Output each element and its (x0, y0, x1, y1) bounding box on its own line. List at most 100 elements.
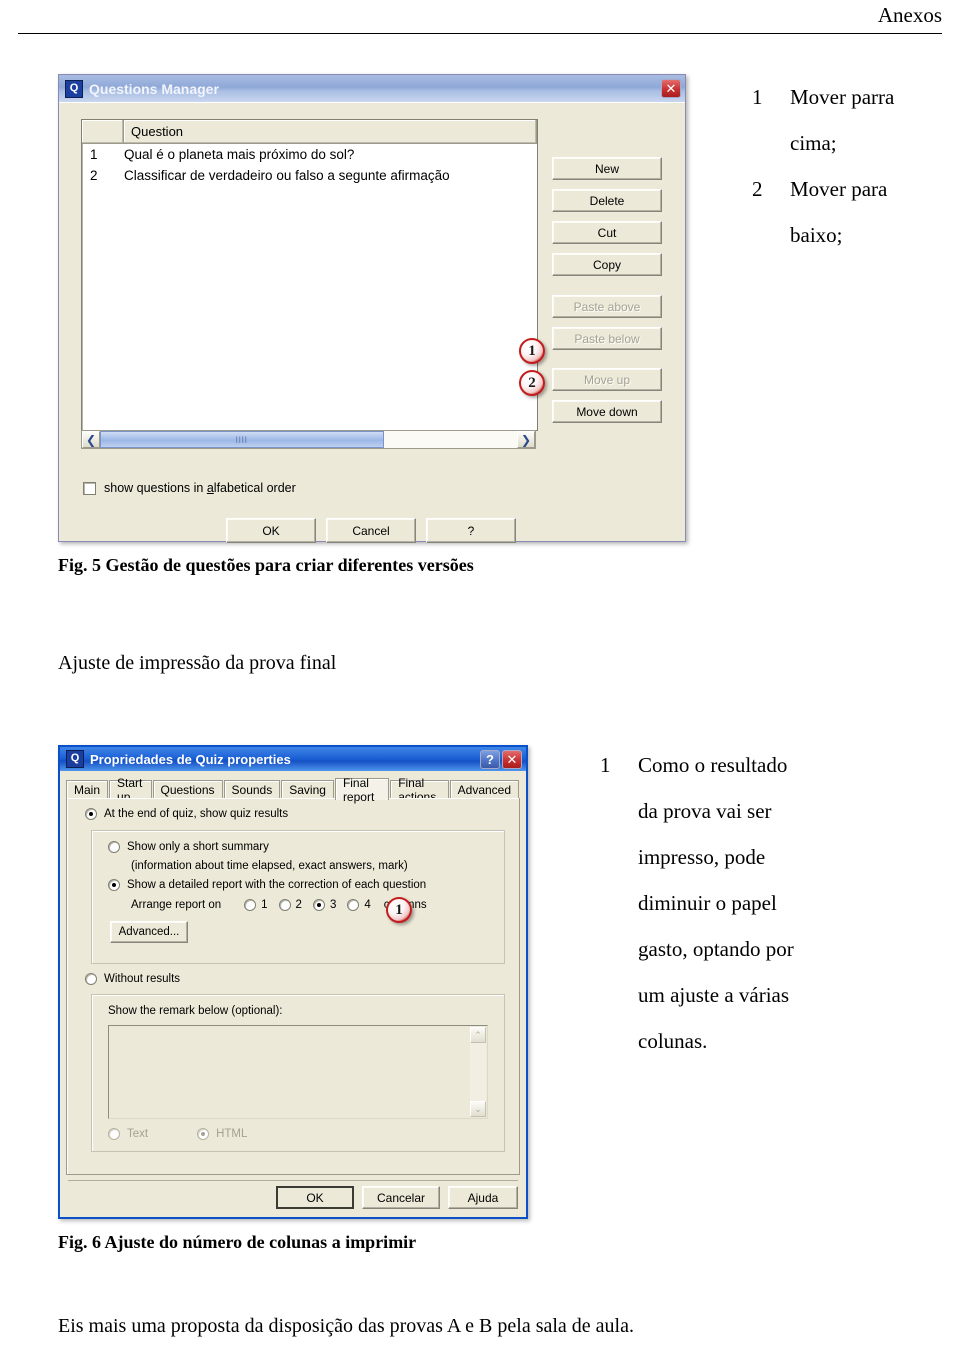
note-number: 2 (752, 177, 763, 201)
annotation-badge-2: 2 (519, 370, 545, 396)
alphabetical-order-checkbox[interactable] (83, 481, 96, 495)
short-summary-option[interactable]: Show only a short summary (108, 841, 269, 853)
delete-button[interactable]: Delete (552, 189, 662, 212)
figure5-note-1: 1 Mover parra cima; (752, 74, 952, 166)
without-results-radio[interactable] (85, 973, 97, 985)
figure5-note-2: 2 Mover para baixo; (752, 166, 952, 258)
tab-sounds[interactable]: Sounds (223, 780, 281, 799)
paste-above-button: Paste above (552, 295, 662, 318)
figure6-note: 1 Como o resultado da prova vai ser impr… (600, 742, 930, 1064)
note-line: Mover parra (790, 85, 895, 109)
tab-strip: Main Start up Questions Sounds Saving Fi… (66, 776, 520, 804)
tab-main[interactable]: Main (66, 780, 109, 799)
note-line: Como o resultado (638, 753, 788, 777)
questions-list-header: Question (82, 120, 537, 144)
ok-button[interactable]: OK (276, 1186, 354, 1209)
arrange-report-label: Arrange report on (131, 899, 222, 911)
column-header-number[interactable] (82, 120, 124, 143)
columns-radio-4[interactable] (347, 899, 360, 911)
quiz-properties-body: Main Start up Questions Sounds Saving Fi… (60, 771, 526, 1217)
scrollbar-track[interactable]: llll (100, 431, 517, 448)
close-icon[interactable]: ✕ (661, 79, 681, 98)
footer-divider (68, 1180, 518, 1181)
cut-button[interactable]: Cut (552, 221, 662, 244)
quiz-properties-titlebar[interactable]: Q Propriedades de Quiz properties ? ✕ (60, 747, 526, 771)
column-header-question[interactable]: Question (124, 120, 537, 143)
remark-group: Show the remark below (optional): ⌃ ⌄ Te… (91, 994, 505, 1152)
help-button[interactable]: Ajuda (448, 1186, 518, 1209)
move-down-button[interactable]: Move down (552, 400, 662, 423)
questions-manager-body: Question 1 Qual é o planeta mais próximo… (59, 102, 685, 543)
questions-list[interactable]: Question 1 Qual é o planeta mais próximo… (81, 119, 538, 431)
row-question-text: Qual é o planeta mais próximo do sol? (124, 147, 355, 162)
detailed-report-option[interactable]: Show a detailed report with the correcti… (108, 879, 426, 891)
short-summary-radio[interactable] (108, 841, 120, 853)
page-header-title: Anexos (877, 3, 942, 27)
tab-final-report[interactable]: Final report (334, 776, 390, 804)
note-line: da prova vai ser (638, 799, 772, 823)
tab-start-up[interactable]: Start up (109, 776, 152, 804)
tab-final-actions[interactable]: Final actions (390, 776, 449, 804)
horizontal-scrollbar[interactable]: ❮ llll ❯ (81, 430, 536, 449)
cancel-button[interactable]: Cancelar (362, 1186, 440, 1209)
format-text-radio[interactable] (108, 1128, 120, 1140)
cancel-button[interactable]: Cancel (326, 518, 416, 543)
remark-vertical-scrollbar[interactable]: ⌃ ⌄ (470, 1027, 486, 1117)
ok-button[interactable]: OK (226, 518, 316, 543)
alphabetical-order-option[interactable]: show questions in alfabetical order (83, 481, 296, 495)
columns-label-4: 4 (364, 899, 371, 911)
short-summary-hint: (information about time elapsed, exact a… (131, 860, 408, 872)
note-line: um ajuste a várias (638, 983, 790, 1007)
without-results-option[interactable]: Without results (85, 973, 180, 985)
detailed-report-radio[interactable] (108, 879, 120, 891)
tab-saving[interactable]: Saving (281, 780, 334, 799)
columns-label-3: 3 (329, 899, 337, 911)
columns-label-1: 1 (261, 899, 268, 911)
note-number: 1 (600, 753, 611, 777)
table-row[interactable]: 2 Classificar de verdadeiro ou falso a s… (82, 165, 537, 186)
paste-below-button: Paste below (552, 327, 662, 350)
show-results-option[interactable]: At the end of quiz, show quiz results (85, 808, 288, 820)
scroll-down-icon[interactable]: ⌄ (470, 1101, 486, 1117)
scrollbar-thumb[interactable]: llll (100, 431, 384, 448)
columns-radio-1[interactable] (244, 899, 257, 911)
columns-radio-2[interactable] (278, 899, 291, 911)
help-button[interactable]: ? (426, 518, 516, 543)
row-question-text: Classificar de verdadeiro ou falso a seg… (124, 168, 450, 183)
app-icon: Q (65, 79, 83, 98)
app-icon: Q (66, 750, 84, 768)
questions-manager-titlebar[interactable]: Q Questions Manager ✕ (59, 75, 685, 102)
note-line: impresso, pode (638, 845, 766, 869)
remark-input[interactable]: ⌃ ⌄ (108, 1025, 488, 1119)
row-number: 1 (90, 147, 98, 162)
scroll-left-icon[interactable]: ❮ (82, 431, 100, 448)
note-line: colunas. (638, 1029, 708, 1053)
show-results-label: At the end of quiz, show quiz results (104, 808, 289, 820)
columns-radio-3[interactable] (312, 899, 325, 911)
header-divider (18, 33, 942, 34)
format-html-radio[interactable] (197, 1128, 210, 1140)
tab-advanced[interactable]: Advanced (449, 780, 520, 799)
figure6-caption: Fig. 6 Ajuste do número de colunas a imp… (58, 1232, 417, 1252)
without-results-label: Without results (104, 973, 181, 985)
final-report-tab-page: At the end of quiz, show quiz results Sh… (66, 798, 520, 1175)
note-line: Mover para (790, 177, 888, 201)
questions-manager-dialog: Q Questions Manager ✕ Question 1 Qual é … (58, 74, 686, 543)
tab-questions[interactable]: Questions (152, 780, 223, 799)
detailed-report-label: Show a detailed report with the correcti… (127, 879, 427, 891)
figure5-caption: Fig. 5 Gestão de questões para criar dif… (58, 555, 474, 575)
note-line: cima; (790, 131, 837, 155)
section-heading: Ajuste de impressão da prova final (58, 652, 337, 674)
new-button[interactable]: New (552, 157, 662, 180)
scroll-up-icon[interactable]: ⌃ (470, 1027, 486, 1043)
window-title: Propriedades de Quiz properties (90, 751, 291, 767)
alphabetical-order-label: show questions in alfabetical order (104, 481, 296, 495)
copy-button[interactable]: Copy (552, 253, 662, 276)
show-results-radio[interactable] (85, 808, 97, 820)
advanced-button[interactable]: Advanced... (110, 921, 188, 943)
table-row[interactable]: 1 Qual é o planeta mais próximo do sol? (82, 144, 537, 165)
window-title: Questions Manager (89, 80, 219, 97)
scroll-right-icon[interactable]: ❯ (517, 431, 535, 448)
help-icon[interactable]: ? (480, 749, 500, 769)
close-icon[interactable]: ✕ (502, 749, 522, 769)
